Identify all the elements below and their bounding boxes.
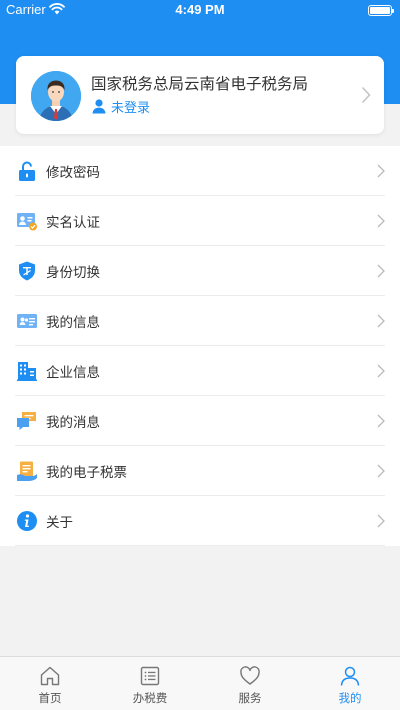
divider (15, 545, 385, 546)
chevron-right-icon (377, 414, 385, 428)
menu-item-label: 身份切换 (46, 265, 100, 281)
status-bar: Carrier 4:49 PM (0, 0, 400, 20)
menu-item-label: 企业信息 (46, 365, 100, 381)
building-icon (16, 360, 38, 382)
lock-icon (16, 160, 38, 182)
chevron-right-icon (377, 264, 385, 278)
id-card-icon (16, 210, 38, 232)
chevron-right-icon (377, 164, 385, 178)
tab-tax-handling[interactable]: 办税费 (100, 657, 200, 710)
menu-item-label: 关于 (46, 515, 73, 531)
tab-services[interactable]: 服务 (200, 657, 300, 710)
home-icon (40, 666, 60, 686)
list-icon (140, 666, 160, 686)
menu-item-label: 实名认证 (46, 215, 100, 231)
menu-item-label: 我的信息 (46, 315, 100, 331)
tab-label: 服务 (238, 691, 262, 705)
org-name: 国家税务总局云南省电子税务局 (91, 75, 309, 93)
login-status-row[interactable]: 未登录 (91, 96, 150, 116)
chat-bubble-icon (16, 410, 38, 432)
chevron-right-icon (377, 314, 385, 328)
menu-item-label: 修改密码 (46, 165, 100, 181)
menu-item-identity-switch[interactable]: 身份切换 (0, 246, 400, 296)
heart-icon (240, 666, 260, 685)
menu-item-my-messages[interactable]: 我的消息 (0, 396, 400, 446)
user-icon (92, 99, 106, 114)
battery-icon (368, 5, 394, 16)
menu-item-my-e-tax-ticket[interactable]: 我的电子税票 (0, 446, 400, 496)
chevron-right-icon (377, 464, 385, 478)
menu-item-my-info[interactable]: 我的信息 (0, 296, 400, 346)
tab-home[interactable]: 首页 (0, 657, 100, 710)
chevron-right-icon (361, 86, 371, 104)
chevron-right-icon (377, 214, 385, 228)
chevron-right-icon (377, 364, 385, 378)
tab-label: 我的 (338, 691, 362, 705)
menu-item-company-info[interactable]: 企业信息 (0, 346, 400, 396)
tab-mine[interactable]: 我的 (300, 657, 400, 710)
info-icon (16, 510, 38, 532)
ticket-icon (16, 460, 38, 482)
login-status: 未登录 (111, 100, 151, 116)
menu-item-about[interactable]: 关于 (0, 496, 400, 546)
menu-item-label: 我的消息 (46, 415, 100, 431)
clock: 4:49 PM (175, 2, 225, 17)
tab-label: 办税费 (132, 691, 168, 705)
menu-item-change-password[interactable]: 修改密码 (0, 146, 400, 196)
profile-card[interactable]: 国家税务总局云南省电子税务局 未登录 (16, 56, 384, 134)
menu-item-real-name-auth[interactable]: 实名认证 (0, 196, 400, 246)
tab-label: 首页 (38, 691, 62, 705)
avatar-person-icon (31, 71, 81, 121)
menu-item-label: 我的电子税票 (46, 465, 127, 481)
shield-auth-icon (16, 260, 38, 282)
profile-card-icon (16, 310, 38, 332)
user-icon (340, 666, 360, 686)
avatar (31, 71, 81, 121)
settings-menu: 修改密码 实名认证 身份切换 我的信息 企业信息 我的消息 我的电子税票 关于 (0, 146, 400, 546)
tab-bar: 首页 办税费 服务 我的 (0, 656, 400, 710)
chevron-right-icon (377, 514, 385, 528)
